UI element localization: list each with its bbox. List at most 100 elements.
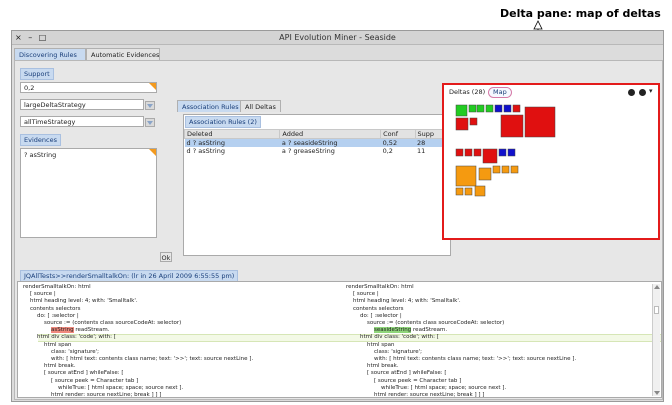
code-line: html span [23,341,72,348]
code-line: asString readStream. [23,327,338,334]
code-line: do: [ :selector | [346,312,402,319]
delta-square[interactable] [455,165,477,187]
tab-association-rules[interactable]: Association Rules [177,100,244,112]
diff-rest: readStream. [411,327,448,334]
annotation-title: Delta pane: map of deltas [500,7,661,20]
evidences-label: Evidences [20,134,61,146]
scroll-down-icon[interactable] [654,391,660,395]
delta-square[interactable] [498,148,507,157]
delta-square[interactable] [455,187,464,196]
table-row[interactable]: d ? asString a ? seasideString 0,52 28 [184,138,450,147]
delta-square[interactable] [464,187,473,196]
chevron-down-icon[interactable] [145,101,155,110]
table-row[interactable]: d ? asString a ? greaseString 0,2 11 [185,147,450,155]
delta-square[interactable] [503,104,512,113]
delta-square[interactable] [469,117,478,126]
tab-map[interactable]: Map [488,87,512,98]
edit-corner-icon [149,83,156,90]
association-table: Deleted Added Conf Supp d ? asString a ?… [183,129,451,155]
chevron-down-icon[interactable] [145,118,155,127]
code-line: source := (contents class sourceCodeAt: … [23,320,182,327]
tab-all-deltas[interactable]: All Deltas [240,100,281,112]
delta-map [455,104,556,197]
code-line: html div class: 'code'; with: [ [23,334,116,341]
delta-pane: Deltas (28) Map ▾ [442,83,660,240]
diff-highlight: seasideString [373,327,412,334]
code-line: html heading level: 4; with: 'Smalltalk'… [23,298,138,305]
code-line: source := (contents class sourceCodeAt: … [346,320,505,327]
diff-highlight: asString [50,327,74,334]
delta-square[interactable] [510,165,519,174]
cell-deleted: d ? asString [184,138,280,147]
support-field[interactable]: 0,2 [20,82,157,93]
delta-square[interactable] [476,104,485,113]
association-rules-panel: Association Rules (2) Deleted Added Conf… [183,114,451,256]
ok-button[interactable]: Ok [160,252,172,262]
delta-square[interactable] [478,167,492,181]
column-header[interactable]: Deleted [183,129,281,139]
tab-deltas[interactable]: Deltas (28) [449,88,485,97]
vertical-scrollbar[interactable] [652,284,660,396]
delta-square[interactable] [512,104,521,113]
code-line: [ source peek = Character tab ] [346,377,462,384]
code-line: html render: source nextLine; break ] ] … [346,392,485,398]
column-header[interactable]: Added [279,129,382,139]
code-line: class: 'signature'; [346,348,423,355]
code-line: html span [346,341,395,348]
strategy-select-1[interactable]: largeDeltaStrategy [20,99,155,110]
code-left: renderSmalltalkOn: html [ source | html … [23,284,338,398]
scroll-up-icon[interactable] [654,285,660,289]
delta-square[interactable] [492,165,501,174]
window-title: API Evolution Miner - Seaside [279,33,396,42]
evidence-text: ? asString [24,151,57,159]
cell-conf: 0,52 [380,138,416,147]
strategy-2-value: allTimeStrategy [24,118,76,126]
strategy-select-2[interactable]: allTimeStrategy [20,116,155,127]
delta-square[interactable] [464,148,473,157]
delta-square[interactable] [468,104,477,113]
menu-chevron-icon[interactable]: ▾ [649,87,653,95]
code-line: do: [ :selector | [23,312,79,319]
delta-square[interactable] [474,185,486,197]
delta-square[interactable] [500,114,524,138]
association-header: Association Rules (2) [185,116,261,128]
delta-square[interactable] [482,148,498,164]
delta-square[interactable] [501,165,510,174]
delta-square[interactable] [524,106,556,138]
code-line: [ source | [346,291,379,298]
cell-added: a ? greaseString [281,147,335,155]
delta-square[interactable] [485,104,494,113]
delta-square[interactable] [455,104,468,117]
code-line: contents selectors [23,305,81,312]
close-icon[interactable] [628,89,635,96]
delta-header: Deltas (28) Map ▾ [445,86,657,99]
cell-deleted: d ? asString [186,147,225,155]
delta-square[interactable] [455,117,469,131]
delta-square[interactable] [494,104,503,113]
code-line: class: 'signature'; [23,348,100,355]
code-line: html div class: 'code'; with: [ [346,334,439,341]
delta-square[interactable] [473,148,482,157]
strategy-1-value: largeDeltaStrategy [24,101,86,109]
code-right: renderSmalltalkOn: html [ source | html … [346,284,652,398]
code-diff-pane: renderSmalltalkOn: html [ source | html … [17,281,662,398]
scroll-thumb[interactable] [654,306,659,314]
tab-automatic-evidences[interactable]: Automatic Evidences [86,48,160,60]
code-line: renderSmalltalkOn: html [346,284,414,290]
code-line: html break. [346,363,399,370]
tab-discovering-rules[interactable]: Discovering Rules [14,48,86,60]
column-header[interactable]: Conf [380,129,416,139]
code-line: [ source atEnd ] whileFalse: [ [346,370,447,377]
diff-rest: readStream. [73,327,110,334]
code-line: contents selectors [346,305,404,312]
delta-square[interactable] [507,148,516,157]
code-line: [ source atEnd ] whileFalse: [ [23,370,124,377]
delta-square[interactable] [455,148,464,157]
support-label: Support [20,68,54,80]
code-line: html render: source nextLine; break ] ] … [23,392,162,398]
code-line: html break. [23,363,76,370]
code-line: whileTrue: [ html space; space; source n… [346,384,507,391]
gear-icon[interactable] [639,89,646,96]
edit-corner-icon [149,149,156,156]
evidence-textbox[interactable]: ? asString [20,148,157,238]
